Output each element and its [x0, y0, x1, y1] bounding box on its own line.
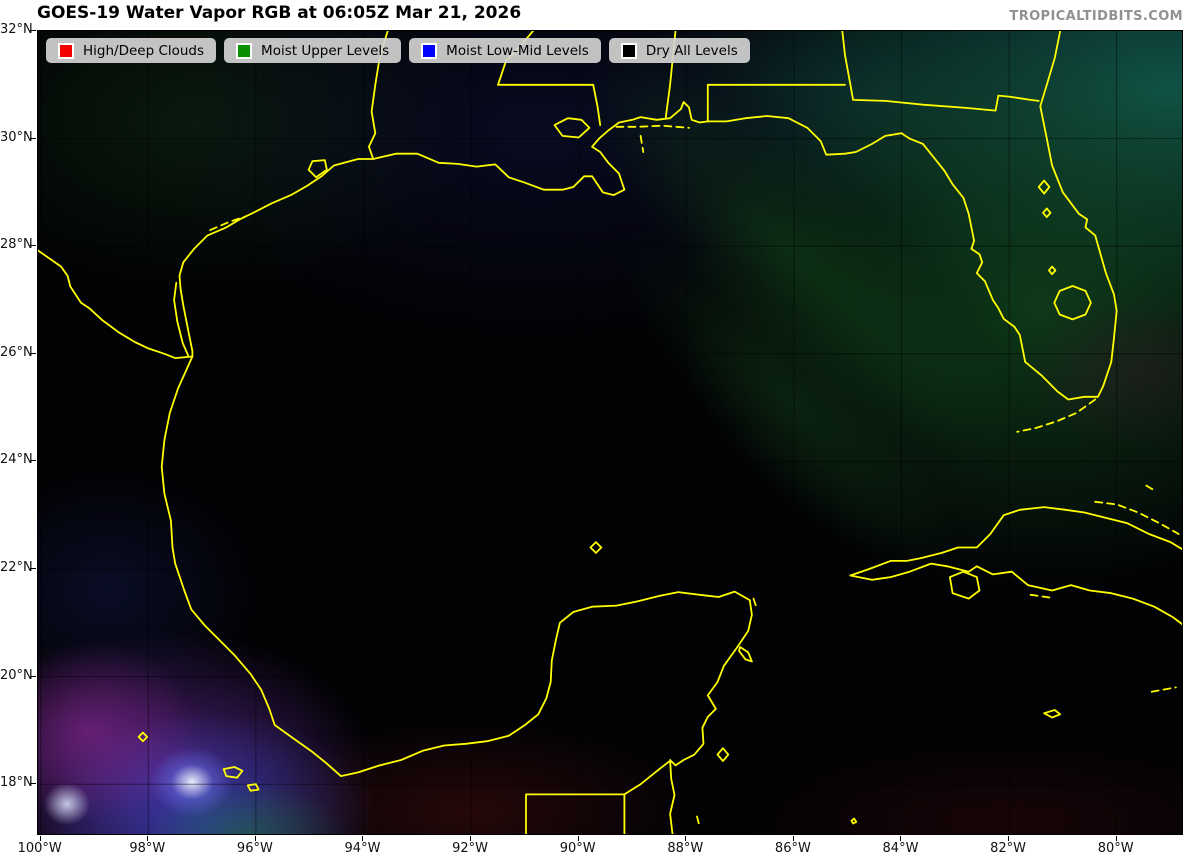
lon-tick-label: 82°W	[990, 841, 1027, 856]
lake-miguel-aleman-2	[246, 783, 260, 792]
legend-label: Moist Upper Levels	[261, 42, 390, 59]
lat-tick-label: 20°N	[0, 667, 33, 683]
lon-tick-label: 98°W	[129, 841, 166, 856]
watermark: TROPICALTIDBITS.COM	[1009, 9, 1183, 24]
satellite-map: High/Deep Clouds Moist Upper Levels Mois…	[37, 30, 1183, 835]
high-deep-clouds-swatch-icon	[58, 42, 74, 59]
fl-lake-small-1	[1042, 207, 1052, 218]
lat-tick-label: 22°N	[0, 560, 33, 575]
legend-item-moist-upper: Moist Upper Levels	[224, 38, 402, 63]
louisiana-ms-al-coast	[372, 101, 709, 196]
lake-okeechobee	[1053, 285, 1092, 321]
cayman-brac-dashes	[1150, 686, 1177, 693]
lon-tick-label: 88°W	[667, 841, 704, 856]
grand-cayman	[1043, 709, 1062, 719]
lat-tick-label: 32°N	[0, 22, 33, 37]
lon-tick-label: 94°W	[344, 841, 381, 856]
dry-all-levels-swatch-icon	[620, 42, 637, 59]
page-title: GOES-19 Water Vapor RGB at 06:05Z Mar 21…	[37, 3, 522, 23]
ga-al-border	[841, 31, 852, 86]
rio-hondo-border	[623, 760, 670, 796]
cozumel-island	[738, 646, 753, 663]
cuba-north-coast	[849, 506, 1182, 577]
lon-tick-label: 100°W	[17, 841, 62, 856]
cuba-south-cays	[1029, 593, 1051, 599]
isla-de-la-juventud	[949, 570, 981, 600]
atlantic-coast	[1039, 31, 1118, 398]
lon-tick-label: 86°W	[774, 841, 811, 856]
fl-lake-george	[1037, 179, 1051, 195]
lon-tick-label: 90°W	[559, 841, 596, 856]
matagorda-inner	[209, 215, 246, 231]
legend-label: Dry All Levels	[645, 42, 738, 59]
alacranes-reef	[589, 541, 603, 554]
legend-item-high-deep-clouds: High/Deep Clouds	[46, 38, 217, 63]
florida-gulf-coast	[706, 115, 1099, 401]
ga-fl-border	[849, 83, 1040, 112]
turneffe-atoll	[696, 815, 701, 829]
lake-valsequillo	[137, 731, 149, 743]
coastline-layer	[38, 31, 1182, 834]
lat-tick-label: 28°N	[0, 237, 33, 253]
al-fl-border	[706, 83, 846, 123]
cuba-south-coast	[849, 562, 1182, 626]
mexico-yucatan-belize-coast	[160, 355, 753, 834]
legend-label: High/Deep Clouds	[83, 42, 205, 59]
legend-item-moist-low-mid: Moist Low-Mid Levels	[409, 38, 601, 63]
swan-island	[850, 817, 858, 825]
moist-upper-swatch-icon	[236, 42, 253, 59]
texas-coast	[178, 158, 375, 358]
cay-sal-bank	[1145, 484, 1157, 492]
lon-tick-label: 84°W	[882, 841, 919, 856]
lake-pontchartrain	[553, 117, 591, 139]
rio-grande-river	[38, 249, 194, 359]
lat-tick-label: 26°N	[0, 344, 33, 360]
lon-tick-label: 92°W	[452, 841, 489, 856]
lat-tick-label: 18°N	[0, 775, 33, 791]
lat-tick-label: 24°N	[0, 452, 33, 468]
la-ms-border-pearl-river	[497, 83, 602, 126]
satellite-image-page: GOES-19 Water Vapor RGB at 06:05Z Mar 21…	[0, 0, 1200, 867]
isla-contoy	[752, 597, 758, 608]
lon-tick-label: 96°W	[236, 841, 273, 856]
florida-keys	[1016, 398, 1097, 433]
belize-guatemala-borders	[525, 793, 626, 834]
lon-tick-label: 80°W	[1097, 841, 1134, 856]
legend-label: Moist Low-Mid Levels	[446, 42, 589, 59]
moist-low-mid-swatch-icon	[421, 42, 438, 59]
legend: High/Deep Clouds Moist Upper Levels Mois…	[46, 38, 750, 63]
ms-barrier-islands	[615, 124, 690, 129]
fl-lake-small-2	[1048, 265, 1057, 276]
legend-item-dry: Dry All Levels	[608, 38, 750, 63]
banco-chinchorro	[716, 747, 730, 762]
lake-miguel-aleman	[222, 766, 244, 779]
lat-tick-label: 30°N	[0, 129, 33, 145]
